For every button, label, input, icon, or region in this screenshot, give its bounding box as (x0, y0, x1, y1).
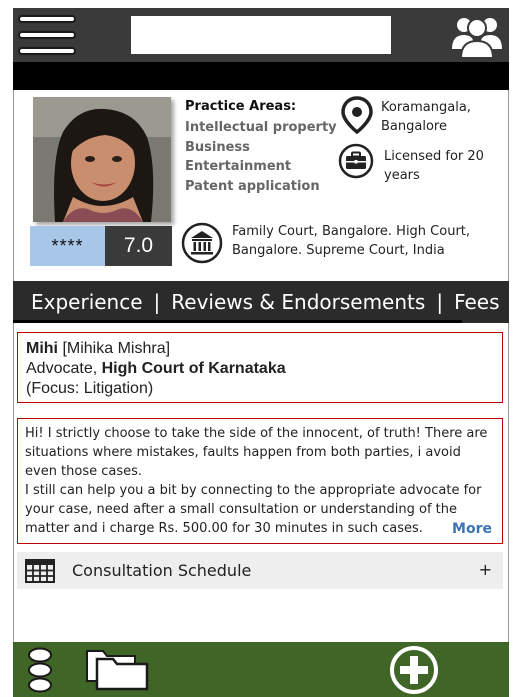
practice-areas-title: Practice Areas: (185, 99, 297, 114)
lawyer-short-name: Mihi (26, 340, 58, 357)
license-text: Licensed for 20 years (384, 147, 494, 185)
bio-line: even those cases. (25, 464, 143, 479)
calendar-grid-icon (25, 558, 55, 583)
bio-line: situations where mistakes, faults happen… (25, 445, 461, 460)
top-bar (13, 8, 509, 62)
tab-experience[interactable]: Experience (31, 290, 143, 314)
briefcase-icon (338, 143, 374, 179)
name-line: Mihi [Mihika Mishra] (26, 339, 494, 359)
practice-areas-list: Intellectual property Business Entertain… (185, 118, 337, 196)
consultation-schedule-label: Consultation Schedule (72, 561, 252, 580)
lawyer-focus: (Focus: Litigation) (26, 380, 154, 397)
folders-icon[interactable] (85, 645, 151, 691)
more-dots-icon[interactable] (27, 647, 53, 693)
bio-line: Hi! I strictly choose to take the side o… (25, 426, 488, 441)
bio-line: matter and i charge Rs. 500.00 for 30 mi… (25, 521, 423, 536)
rating-score: 7.0 (105, 226, 172, 266)
practice-area-item: Intellectual property (185, 120, 337, 135)
title-line: Advocate, High Court of Karnataka (26, 359, 494, 379)
practice-area-item: Entertainment (185, 159, 292, 174)
practice-area-item: Business (185, 139, 250, 155)
tab-bar: Experience | Reviews & Endorsements | Fe… (13, 281, 509, 323)
consultation-schedule-row[interactable]: Consultation Schedule + (17, 552, 503, 589)
courts-text: Family Court, Bangalore. High Court, Ban… (232, 222, 502, 260)
tab-separator: | (436, 290, 444, 314)
location-line-2: Bangalore (381, 119, 447, 134)
user-group-icon[interactable] (451, 11, 503, 59)
more-link[interactable]: More (452, 521, 492, 537)
location-pin-icon (341, 96, 373, 134)
search-input[interactable] (131, 16, 391, 54)
courthouse-icon (181, 222, 223, 264)
lawyer-court: High Court of Karnataka (101, 360, 286, 377)
tab-separator: | (153, 290, 161, 314)
lawyer-full-name: [Mihika Mishra] (62, 340, 171, 357)
practice-area-item: Patent application (185, 178, 320, 194)
tab-reviews-endorsements[interactable]: Reviews & Endorsements (171, 290, 425, 314)
courts-line-2: Bangalore. Supreme Court, India (232, 243, 445, 258)
bio-line: I still can help you a bit by connecting… (25, 483, 482, 498)
expand-plus-icon[interactable]: + (479, 560, 492, 579)
profile-photo (33, 97, 171, 222)
rating-stars: **** (30, 226, 105, 266)
hamburger-menu-icon[interactable] (18, 15, 76, 57)
tab-fees[interactable]: Fees (454, 290, 499, 314)
bottom-bar (13, 642, 509, 697)
add-circle-icon[interactable] (389, 645, 439, 695)
location-line-1: Koramangala, (381, 100, 471, 115)
courts-line-1: Family Court, Bangalore. High Court, (232, 224, 471, 239)
lawyer-title: Advocate, (26, 360, 98, 377)
bio-card: Hi! I strictly choose to take the side o… (17, 418, 503, 544)
license-line-2: years (384, 168, 420, 183)
tab-underline (13, 320, 462, 323)
lawyer-info-card: Mihi [Mihika Mishra] Advocate, High Cour… (17, 332, 503, 403)
location-text: Koramangala, Bangalore (381, 98, 491, 136)
black-banner (13, 62, 509, 90)
bio-line: your case, need after a small consultati… (25, 502, 458, 517)
license-line-1: Licensed for 20 (384, 149, 484, 164)
